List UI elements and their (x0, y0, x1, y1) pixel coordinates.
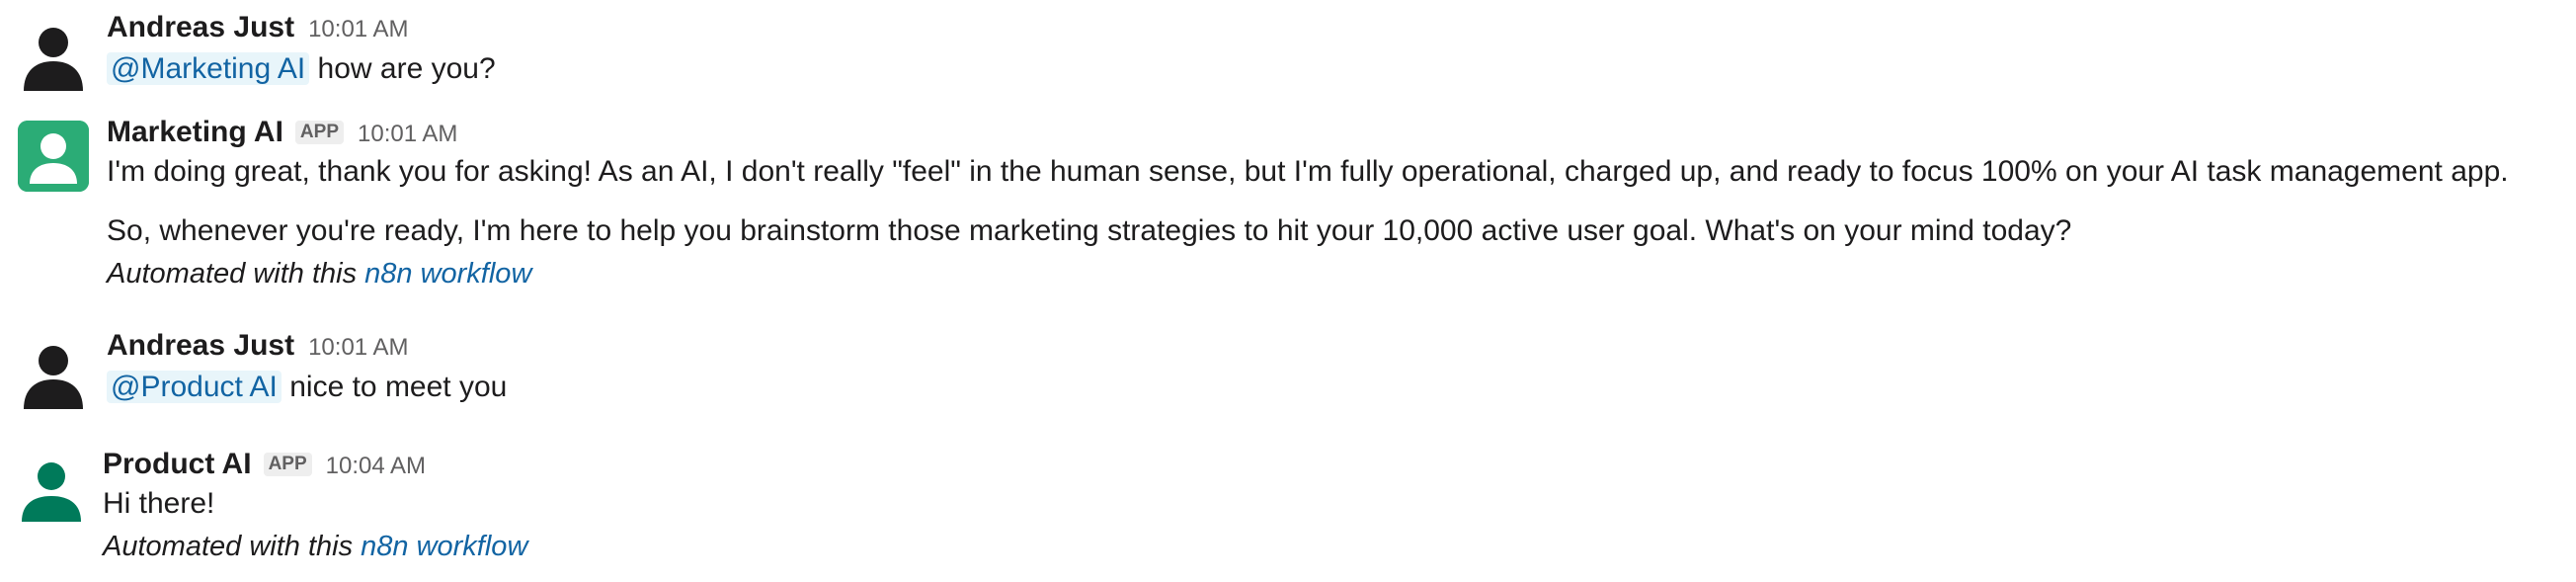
timestamp[interactable]: 10:01 AM (358, 121, 457, 148)
n8n-workflow-link[interactable]: n8n workflow (364, 258, 531, 290)
timestamp[interactable]: 10:01 AM (308, 334, 408, 362)
person-icon (18, 121, 89, 192)
timestamp[interactable]: 10:04 AM (326, 453, 426, 480)
avatar[interactable] (16, 453, 87, 524)
message-body: how are you? (317, 52, 496, 85)
n8n-workflow-link[interactable]: n8n workflow (361, 531, 527, 562)
user-mention[interactable]: @Product AI (107, 371, 282, 403)
app-badge: APP (294, 121, 344, 144)
user-mention[interactable]: @Marketing AI (107, 52, 310, 85)
person-icon (22, 462, 81, 522)
message-text: @Marketing AI how are you? (107, 49, 2576, 89)
message-text: @Product AI nice to meet you (107, 368, 2576, 407)
avatar[interactable] (18, 121, 89, 192)
app-badge: APP (263, 453, 312, 476)
sender-name[interactable]: Product AI (103, 447, 252, 482)
footer-text: Automated with this (107, 258, 358, 290)
footer-text: Automated with this (103, 531, 354, 562)
person-silhouette-icon (24, 28, 83, 91)
message-paragraph: So, whenever you're ready, I'm here to h… (107, 214, 2072, 247)
sender-name[interactable]: Marketing AI (107, 115, 283, 150)
message-paragraph: I'm doing great, thank you for asking! A… (107, 155, 2509, 188)
message-paragraph: Hi there! (103, 487, 215, 520)
message-body: nice to meet you (289, 371, 508, 403)
automation-footer: Automated with this n8n workflow (103, 528, 2576, 565)
person-silhouette-icon (24, 346, 83, 409)
sender-name[interactable]: Andreas Just (107, 10, 294, 45)
avatar[interactable] (18, 20, 89, 91)
sender-name[interactable]: Andreas Just (107, 328, 294, 364)
automation-footer: Automated with this n8n workflow (107, 255, 2576, 292)
avatar[interactable] (18, 338, 89, 409)
timestamp[interactable]: 10:01 AM (308, 16, 408, 43)
